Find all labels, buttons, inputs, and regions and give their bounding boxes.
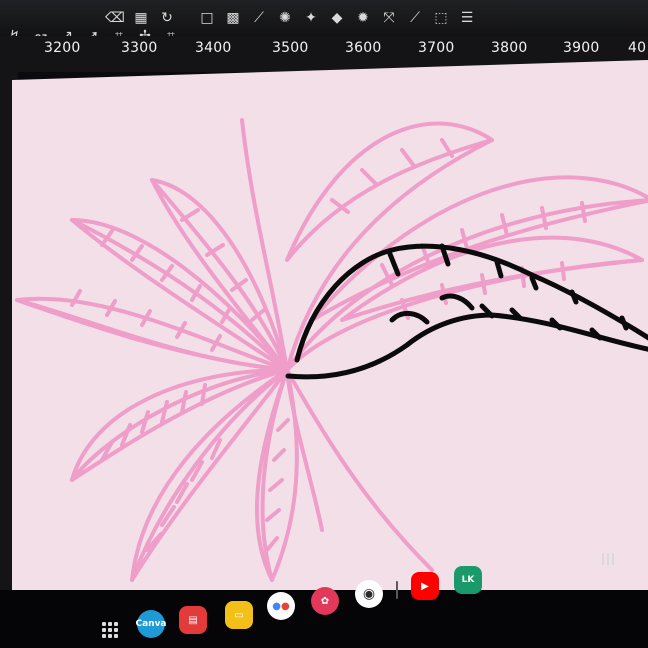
ruler-label-1900: 1900 — [0, 554, 3, 588]
ruler-label-3800: 3800 — [491, 40, 528, 56]
ruler-label-3300: 3300 — [121, 40, 158, 56]
ruler-label-3700: 3700 — [418, 40, 455, 56]
gradient-icon[interactable]: ▩ — [224, 9, 242, 27]
ruler-label-3900: 3900 — [563, 40, 600, 56]
ruler-label-1700: 1700 — [0, 398, 3, 432]
camera-app-icon[interactable]: ◉ — [355, 580, 383, 608]
taskbar-divider — [396, 581, 398, 599]
ruler-label-40: 40 — [628, 40, 647, 56]
youtube-app-icon[interactable]: ▶ — [411, 572, 439, 600]
drawing-canvas[interactable] — [12, 60, 648, 620]
top-toolbar: ⌫ ▦ ↻ □ ▩ ⟋ ✺ ✦ ◆ ✹ ⤧ ⟋ ⬚ ☰ ↯ ↝ ↗ ➚ ⌗ ✢ … — [0, 0, 648, 43]
ruler-label-1800: 1800 — [0, 476, 3, 510]
menu-icon[interactable]: ☰ — [458, 9, 476, 27]
transform-icon[interactable]: ⤧ — [380, 9, 398, 27]
canva-app-icon[interactable]: Canva — [135, 610, 167, 638]
fill-icon[interactable]: ◆ — [328, 9, 346, 27]
sketch-layer — [15, 118, 648, 582]
eyedropper-icon[interactable]: ⟋ — [250, 9, 268, 27]
files-app-icon[interactable]: ▭ — [225, 601, 253, 629]
ruler-label-3200: 3200 — [44, 40, 81, 56]
square-icon[interactable]: □ — [198, 9, 216, 27]
wand-icon[interactable]: ✦ — [302, 9, 320, 27]
sparkle-icon[interactable]: ✺ — [276, 9, 294, 27]
tablet-screen: ⌫ ▦ ↻ □ ▩ ⟋ ✺ ✦ ◆ ✹ ⤧ ⟋ ⬚ ☰ ↯ ↝ ↗ ➚ ⌗ ✢ … — [0, 0, 648, 648]
apps-grid-icon[interactable] — [102, 622, 118, 638]
pen-icon[interactable]: ⟋ — [406, 9, 424, 27]
notes-app-icon[interactable]: ▤ — [179, 606, 207, 634]
lk-app-icon[interactable]: LK — [454, 566, 482, 594]
assistant-app-icon[interactable]: ● ● — [267, 592, 295, 620]
ruler-label-3400: 3400 — [195, 40, 232, 56]
gallery-app-icon[interactable]: ✿ — [311, 587, 339, 615]
selection-icon[interactable]: ⬚ — [432, 9, 450, 27]
sun-icon[interactable]: ✹ — [354, 9, 372, 27]
recents-icon[interactable] — [602, 553, 614, 565]
ruler-label-3500: 3500 — [272, 40, 309, 56]
ruler-label-3600: 3600 — [345, 40, 382, 56]
